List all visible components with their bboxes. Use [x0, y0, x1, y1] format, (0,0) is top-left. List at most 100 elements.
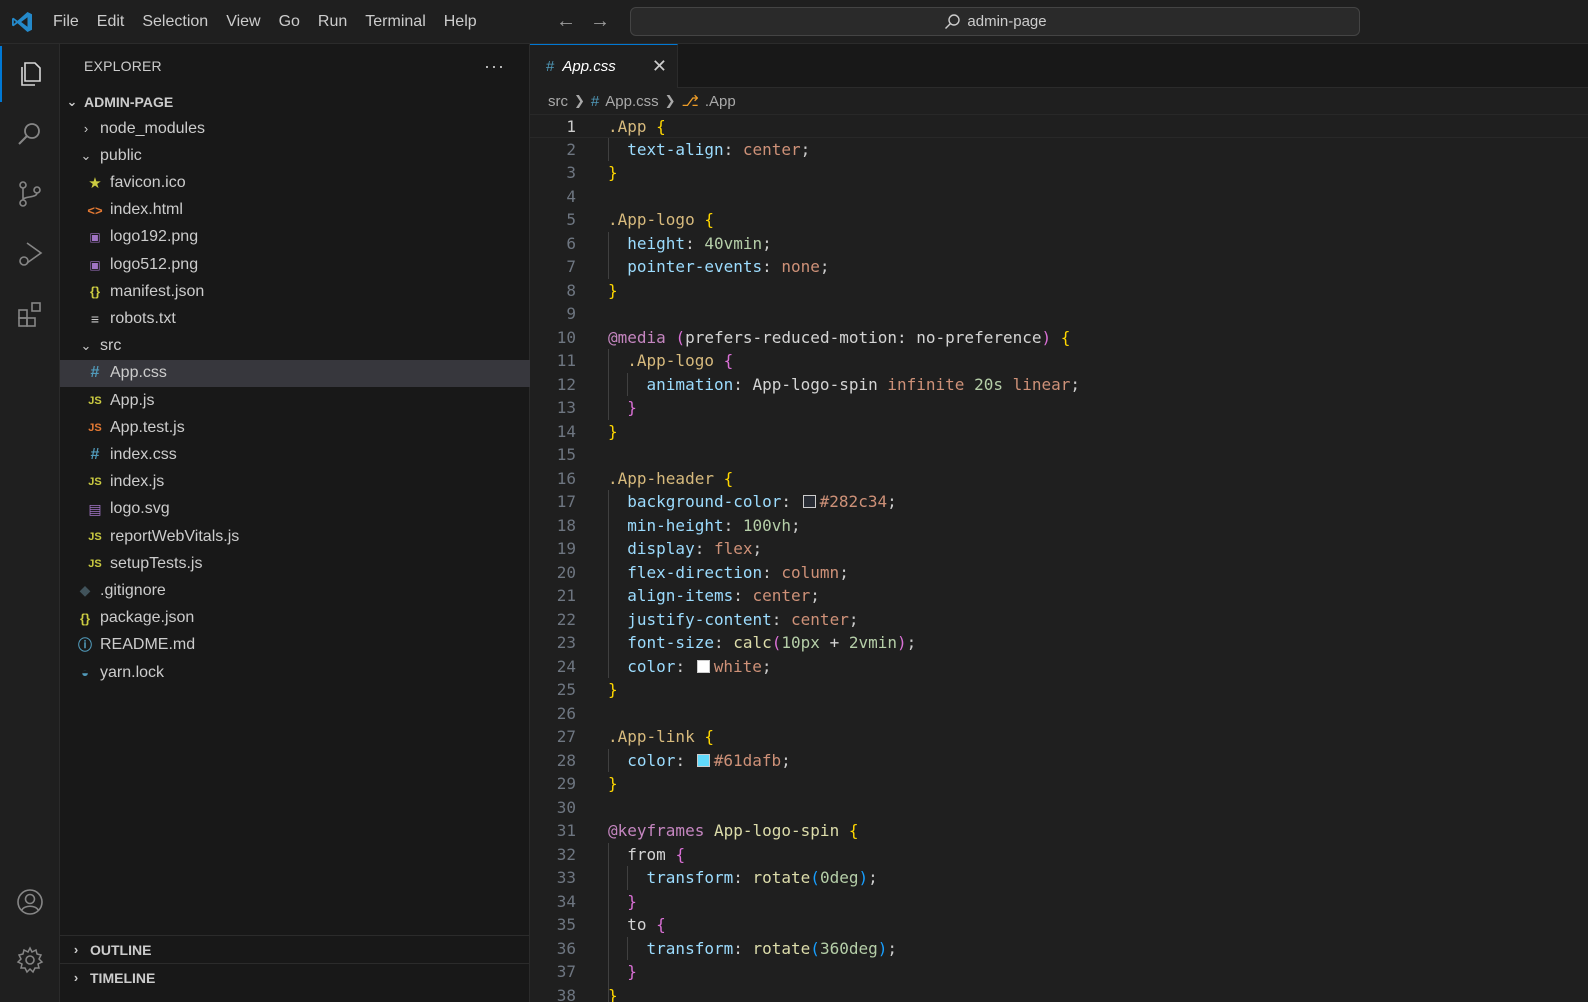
code-line[interactable]: 15: [530, 443, 1588, 467]
code-line[interactable]: 14}: [530, 420, 1588, 444]
tree-file-index-css[interactable]: # index.css: [60, 441, 530, 468]
code-line[interactable]: 31 @keyframes App-logo-spin {: [530, 819, 1588, 843]
menu-edit[interactable]: Edit: [88, 7, 134, 37]
code-line[interactable]: 25}: [530, 678, 1588, 702]
tree-item-label: .gitignore: [100, 581, 166, 599]
menu-file[interactable]: File: [44, 7, 88, 37]
tree-file-manifest-json[interactable]: {} manifest.json: [60, 278, 530, 305]
code-line[interactable]: 28 color: #61dafb;: [530, 749, 1588, 773]
menu-terminal[interactable]: Terminal: [356, 7, 434, 37]
breadcrumb-file[interactable]: App.css: [605, 93, 658, 110]
source-control-icon[interactable]: [0, 166, 60, 222]
tree-file-gitignore[interactable]: ◆ .gitignore: [60, 577, 530, 604]
tree-file-yarn-lock[interactable]: ◒ yarn.lock: [60, 659, 530, 686]
code-line[interactable]: 6 height: 40vmin;: [530, 232, 1588, 256]
image-file-icon: ▣: [89, 230, 101, 245]
code-line[interactable]: 21 align-items: center;: [530, 584, 1588, 608]
code-line[interactable]: 22 justify-content: center;: [530, 608, 1588, 632]
menu-help[interactable]: Help: [435, 7, 486, 37]
code-line[interactable]: 12 animation: App-logo-spin infinite 20s…: [530, 373, 1588, 397]
code-line[interactable]: 2 text-align: center;: [530, 138, 1588, 162]
run-debug-icon[interactable]: [0, 226, 60, 282]
code-line[interactable]: 19 display: flex;: [530, 537, 1588, 561]
explorer-icon[interactable]: [0, 46, 60, 102]
tree-folder-src[interactable]: ⌄ src: [60, 333, 530, 360]
color-swatch[interactable]: [696, 659, 710, 673]
code-line[interactable]: 38}: [530, 984, 1588, 1002]
code-line[interactable]: 32 from {: [530, 843, 1588, 867]
code-line[interactable]: 35 to {: [530, 913, 1588, 937]
settings-gear-icon[interactable]: [0, 932, 60, 988]
tree-file-setuptests-js[interactable]: JS setupTests.js: [60, 550, 530, 577]
tree-folder-public[interactable]: ⌄ public: [60, 142, 530, 169]
tree-item-label: favicon.ico: [110, 173, 186, 191]
tree-file-logo-svg[interactable]: ▤ logo.svg: [60, 496, 530, 523]
outline-section[interactable]: › OUTLINE: [60, 935, 530, 963]
tree-file-readme-md[interactable]: ⓘ README.md: [60, 632, 530, 659]
menu-selection[interactable]: Selection: [133, 7, 217, 37]
account-icon[interactable]: [0, 874, 60, 930]
tree-file-robots-txt[interactable]: ≡ robots.txt: [60, 305, 530, 332]
tree-file-package-json[interactable]: {} package.json: [60, 605, 530, 632]
tree-folder-node-modules[interactable]: › node_modules: [60, 115, 530, 142]
code-editor[interactable]: 1 .App {2 text-align: center; 3} 4 5 .App-log…: [530, 114, 1588, 1002]
code-line[interactable]: 8}: [530, 279, 1588, 303]
menu-run[interactable]: Run: [309, 7, 356, 37]
code-line[interactable]: 26: [530, 702, 1588, 726]
code-line[interactable]: 36 transform: rotate(360deg);: [530, 937, 1588, 961]
code-line[interactable]: 13 }: [530, 396, 1588, 420]
search-icon[interactable]: [0, 106, 60, 162]
menu-go[interactable]: Go: [270, 7, 309, 37]
extensions-icon[interactable]: [0, 286, 60, 342]
tree-file-logo512-png[interactable]: ▣ logo512.png: [60, 251, 530, 278]
more-actions-icon[interactable]: ···: [484, 56, 505, 77]
code-line[interactable]: 16 .App-header {: [530, 467, 1588, 491]
tree-file-favicon-ico[interactable]: ★ favicon.ico: [60, 169, 530, 196]
back-arrow-icon[interactable]: ←: [556, 10, 576, 32]
color-swatch[interactable]: [696, 753, 710, 767]
code-line[interactable]: 34 }: [530, 890, 1588, 914]
tree-file-logo192-png[interactable]: ▣ logo192.png: [60, 224, 530, 251]
code-line[interactable]: 27 .App-link {: [530, 725, 1588, 749]
code-line[interactable]: 20 flex-direction: column;: [530, 561, 1588, 585]
tree-file-index-html[interactable]: <> index.html: [60, 197, 530, 224]
code-line[interactable]: 29}: [530, 772, 1588, 796]
chevron-down-icon: ⌄: [66, 93, 78, 109]
code-line[interactable]: 11 .App-logo {: [530, 349, 1588, 373]
code-line[interactable]: 4: [530, 185, 1588, 209]
code-line[interactable]: 5 .App-logo {: [530, 208, 1588, 232]
code-line[interactable]: 23 font-size: calc(10px + 2vmin);: [530, 631, 1588, 655]
close-icon[interactable]: ✕: [652, 56, 667, 77]
code-token: :: [733, 374, 753, 394]
code-line[interactable]: 9: [530, 302, 1588, 326]
code-line[interactable]: 10 @media (prefers-reduced-motion: no-pre…: [530, 326, 1588, 350]
code-line[interactable]: 7 pointer-events: none;: [530, 255, 1588, 279]
tree-item-label: index.html: [110, 201, 183, 219]
code-line[interactable]: 17 background-color: #282c34;: [530, 490, 1588, 514]
tree-file-app-test-js[interactable]: JS App.test.js: [60, 414, 530, 441]
code-line[interactable]: 1 .App {: [530, 114, 1588, 138]
workspace-root-folder[interactable]: ⌄ ADMIN-PAGE: [60, 88, 530, 115]
color-swatch[interactable]: [802, 495, 816, 508]
tree-file-index-js[interactable]: JS index.js: [60, 469, 530, 496]
tree-file-reportwebvitals-js[interactable]: JS reportWebVitals.js: [60, 523, 530, 550]
forward-arrow-icon[interactable]: →: [590, 10, 610, 32]
tab-app-css[interactable]: # App.css ✕: [530, 44, 678, 88]
code-line[interactable]: 30: [530, 796, 1588, 820]
breadcrumb-folder[interactable]: src: [548, 93, 568, 110]
indent-guide: [627, 372, 628, 396]
tree-file-app-css[interactable]: # App.css: [60, 359, 530, 387]
code-line[interactable]: 18 min-height: 100vh;: [530, 514, 1588, 538]
timeline-section[interactable]: › TIMELINE: [60, 963, 530, 991]
code-line[interactable]: 24 color: white;: [530, 655, 1588, 679]
breadcrumb-symbol[interactable]: .App: [705, 93, 736, 110]
code-line[interactable]: 37 }: [530, 960, 1588, 984]
command-center-search[interactable]: admin-page: [630, 7, 1360, 36]
code-line[interactable]: 3}: [530, 161, 1588, 185]
code-token: }: [627, 962, 637, 981]
tree-file-app-js[interactable]: JS App.js: [60, 387, 530, 414]
code-line[interactable]: 33 transform: rotate(0deg);: [530, 866, 1588, 890]
menu-view[interactable]: View: [217, 7, 269, 37]
